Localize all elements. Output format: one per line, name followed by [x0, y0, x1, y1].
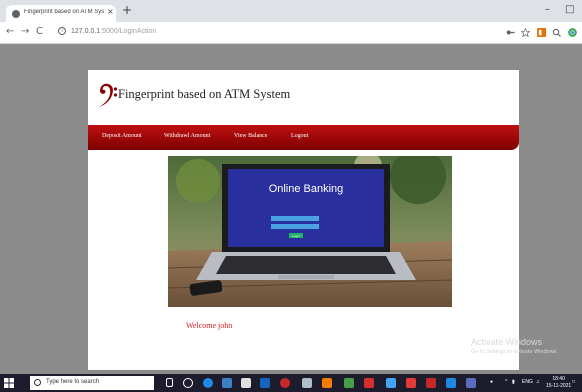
activate-windows-watermark: Activate Windows Go to Settings to activ… — [471, 337, 558, 355]
extension-icon[interactable] — [537, 28, 546, 37]
bass-clef-logo-icon — [99, 83, 118, 107]
app-icon-green[interactable] — [344, 378, 354, 388]
search-icon — [34, 379, 41, 386]
app-icon-orange[interactable] — [322, 378, 332, 388]
person-tray-icon[interactable]: ● — [490, 379, 493, 385]
hero-screen-text: Online Banking — [269, 183, 344, 195]
url-path: :5000/LoginAction — [100, 27, 157, 35]
menu-item-withdrawl-amount[interactable]: Withdrawl Amount — [164, 133, 210, 139]
menu-item-view-balance[interactable]: View Balance — [234, 133, 267, 139]
menu-item-logout[interactable]: Logout — [291, 133, 308, 139]
app-icon-indigo[interactable] — [466, 378, 476, 388]
forward-arrow-icon[interactable]: → — [21, 26, 29, 38]
back-arrow-icon[interactable]: ← — [6, 26, 14, 38]
clock-time: 18:40 — [552, 376, 565, 382]
menu-item-deposit-amount[interactable]: Deposit Amount — [102, 133, 142, 139]
url-host: 127.0.0.1 — [71, 27, 101, 35]
minimize-button[interactable]: – — [545, 4, 550, 15]
star-icon[interactable] — [521, 28, 530, 37]
taskbar-search-placeholder: Type here to search — [46, 379, 100, 385]
online-banking-laptop-illustration: Online Banking Login — [168, 156, 452, 307]
task-view-icon[interactable] — [183, 378, 193, 388]
microphone-icon[interactable] — [166, 378, 173, 387]
clock-date: 15-11-2021 — [546, 383, 572, 389]
volume-icon[interactable]: ♫ — [536, 379, 540, 385]
address-bar[interactable]: i 127.0.0.1:5000/LoginAction — [58, 27, 156, 35]
hero-image: Online Banking Login — [168, 156, 452, 307]
watermark-subtitle: Go to Settings to activate Windows. — [471, 349, 558, 355]
key-icon[interactable] — [506, 28, 515, 37]
app-icon-red-3[interactable] — [406, 378, 416, 388]
tab-title: Fingerprint based on ATM Syste — [24, 9, 104, 15]
mail-icon[interactable] — [260, 378, 270, 388]
taskbar-search-box[interactable]: Type here to search — [30, 376, 154, 390]
globe-icon — [12, 10, 20, 18]
app-icon-red-2[interactable] — [364, 378, 374, 388]
notification-icon[interactable]: □ — [572, 379, 575, 385]
network-icon[interactable]: ▮ — [512, 379, 515, 385]
app-icon-red[interactable] — [280, 378, 290, 388]
site-title: Fingerprint based on ATM System — [118, 87, 291, 101]
watermark-title: Activate Windows — [471, 337, 543, 347]
new-tab-button[interactable]: + — [122, 4, 132, 16]
app-icon-gray[interactable] — [302, 378, 312, 388]
reload-icon[interactable]: C — [36, 26, 43, 38]
restore-button[interactable]: □ — [565, 4, 574, 15]
windows-start-icon[interactable] — [4, 378, 14, 388]
windows-taskbar: Type here to search ● ^ ▮ ENG ♫ 18:40 15… — [0, 374, 582, 392]
chrome-icon[interactable] — [568, 28, 577, 37]
chevron-up-icon[interactable]: ^ — [505, 379, 507, 385]
store-icon[interactable] — [222, 378, 232, 388]
language-indicator[interactable]: ENG — [522, 379, 533, 385]
welcome-message: Welcome john — [186, 321, 233, 330]
browser-tab-strip: Fingerprint based on ATM Syste × + – □ — [0, 0, 582, 22]
browser-toolbar: ← → C i 127.0.0.1:5000/LoginAction — [0, 22, 582, 44]
file-explorer-icon[interactable] — [241, 378, 251, 388]
profile-search-icon[interactable] — [552, 28, 561, 37]
app-icon-blue-2[interactable] — [446, 378, 456, 388]
hero-login-button-text: Login — [292, 234, 300, 238]
main-menu: Deposit Amount Withdrawl Amount View Bal… — [88, 125, 519, 150]
edge-icon[interactable] — [203, 378, 213, 388]
tab-close-icon[interactable]: × — [107, 7, 114, 16]
browser-tab[interactable]: Fingerprint based on ATM Syste × — [6, 5, 116, 22]
info-icon[interactable]: i — [58, 27, 66, 35]
taskbar-clock[interactable]: 18:40 15-11-2021 — [546, 376, 571, 390]
app-icon-blue[interactable] — [386, 378, 396, 388]
app-icon-red-4[interactable] — [426, 378, 436, 388]
site-container: Fingerprint based on ATM System Deposit … — [88, 70, 519, 370]
page-viewport: Fingerprint based on ATM System Deposit … — [0, 44, 582, 374]
